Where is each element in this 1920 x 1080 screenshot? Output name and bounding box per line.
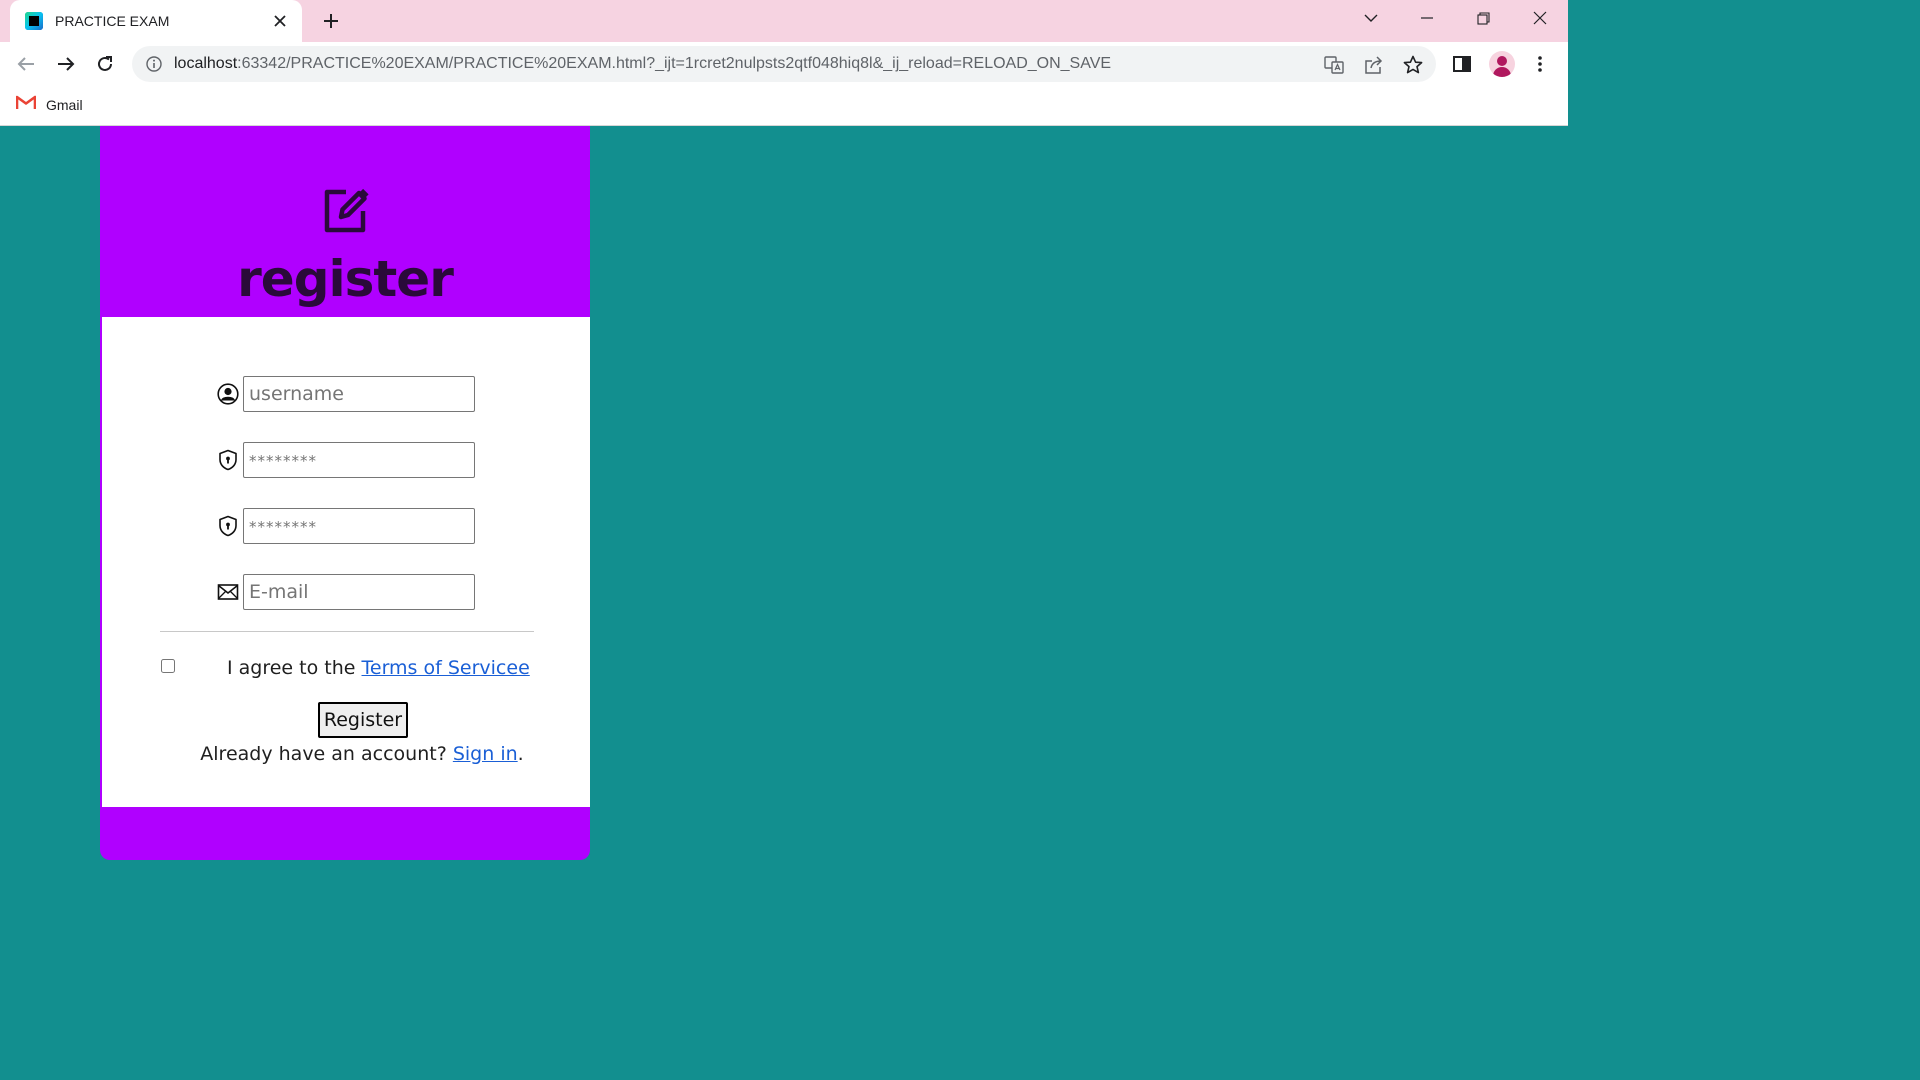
terms-link[interactable]: Terms of Servicee [362,657,530,679]
shield-lock-icon [216,448,240,472]
webstorm-favicon-icon [25,12,43,30]
email-input[interactable] [243,574,475,610]
tab-title: PRACTICE EXAM [55,13,170,29]
back-icon[interactable] [12,50,40,78]
page-title: register [237,250,454,308]
agree-text: I agree to the Terms of Servicee [227,657,530,679]
edit-icon [322,186,370,234]
url-path: :63342/PRACTICE%20EXAM/PRACTICE%20EXAM.h… [237,55,1112,72]
side-panel-icon[interactable] [1448,50,1476,78]
user-circle-icon [216,382,240,406]
already-label: Already have an account? [200,743,453,765]
forward-icon[interactable] [52,50,80,78]
reload-icon[interactable] [91,50,119,78]
url-text[interactable]: localhost:63342/PRACTICE%20EXAM/PRACTICE… [174,55,1111,73]
profile-icon [1489,51,1515,77]
shield-lock-icon [216,514,240,538]
site-info-icon[interactable] [144,54,164,74]
close-tab-icon[interactable] [268,9,292,33]
gmail-icon [15,94,37,115]
translate-icon[interactable] [1323,54,1345,76]
close-window-icon[interactable] [1512,0,1568,36]
sign-in-link[interactable]: Sign in [453,743,518,765]
agree-checkbox[interactable] [161,659,175,673]
share-icon[interactable] [1363,54,1385,76]
password-row [216,442,475,478]
bookmark-gmail-label: Gmail [46,96,83,113]
password-input[interactable] [243,442,475,478]
register-form: I agree to the Terms of Servicee Registe… [102,317,590,807]
bookmarks-bar: Gmail [0,86,1568,126]
profile-avatar[interactable] [1488,50,1516,78]
register-button[interactable]: Register [318,702,408,738]
menu-kebab-icon[interactable] [1526,50,1554,78]
envelope-icon [216,580,240,604]
browser-tab[interactable]: PRACTICE EXAM [10,0,302,42]
restore-icon[interactable] [1455,0,1511,36]
url-host: localhost [174,55,238,72]
browser-toolbar: localhost:63342/PRACTICE%20EXAM/PRACTICE… [0,42,1568,86]
confirm-password-input[interactable] [243,508,475,544]
minimize-icon[interactable] [1399,0,1455,36]
username-row [216,376,475,412]
bookmark-star-icon[interactable] [1402,54,1424,76]
already-period: . [517,743,524,765]
new-tab-icon[interactable] [318,8,344,34]
card-header: register [100,126,590,317]
email-row [216,574,475,610]
tab-search-icon[interactable] [1343,0,1399,36]
username-input[interactable] [243,376,475,412]
address-bar[interactable]: localhost:63342/PRACTICE%20EXAM/PRACTICE… [132,46,1436,82]
register-card: register I agr [100,126,590,860]
agree-label: I agree to the [227,657,362,679]
bookmark-gmail[interactable]: Gmail [15,94,83,115]
already-account-text: Already have an account? Sign in. [102,743,590,765]
tab-strip: PRACTICE EXAM [0,0,1568,42]
confirm-password-row [216,508,475,544]
form-divider [160,631,534,632]
